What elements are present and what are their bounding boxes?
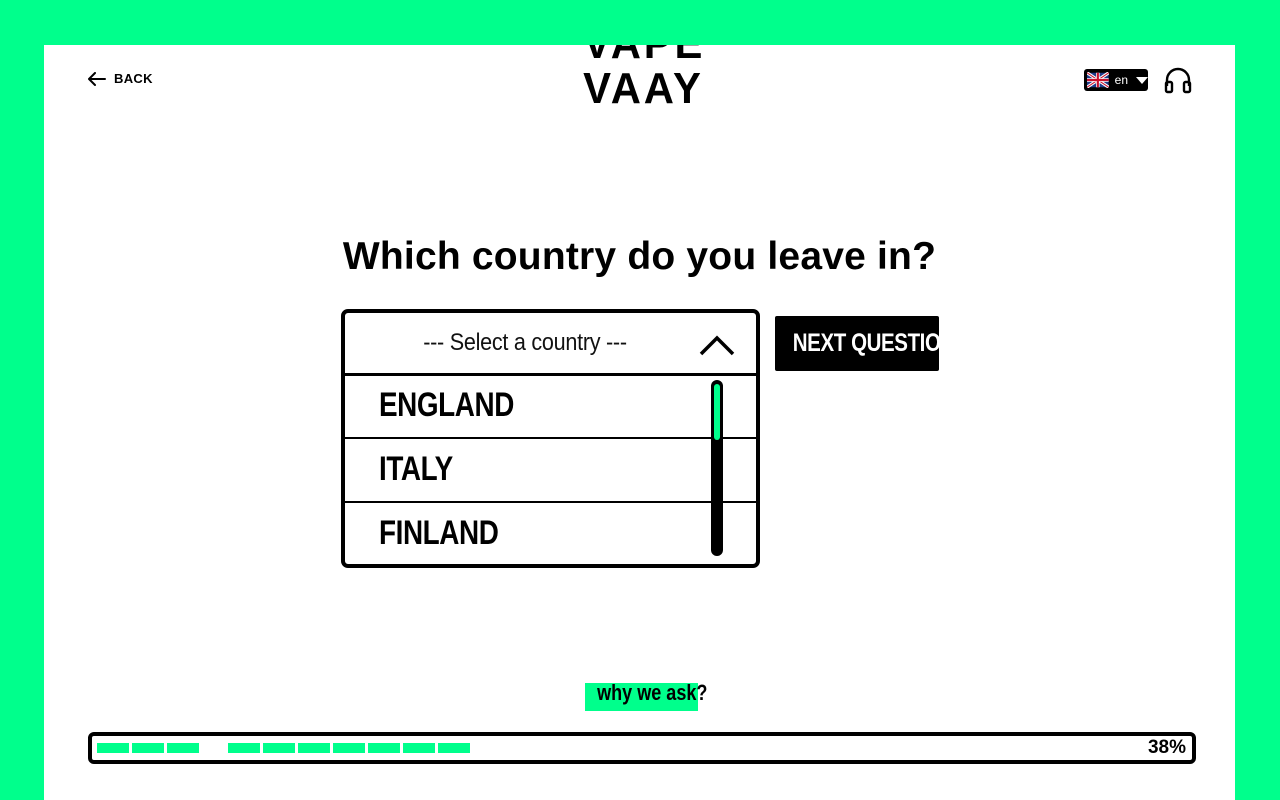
country-select[interactable]: --- Select a country --- ENGLAND ITALY F…: [341, 309, 760, 568]
progress-segment: [333, 743, 365, 753]
arrow-left-icon: [88, 71, 106, 86]
chevron-up-icon[interactable]: [698, 333, 736, 357]
logo[interactable]: VAPE VAAY: [580, 45, 704, 111]
next-question-button[interactable]: NEXT QUESTION: [775, 316, 955, 371]
next-question-label: NEXT QUESTION: [792, 329, 956, 357]
why-we-ask-link[interactable]: why we ask?: [585, 680, 707, 711]
options-scrollbar[interactable]: [711, 380, 723, 556]
option-italy[interactable]: ITALY: [345, 440, 756, 503]
scrollbar-thumb[interactable]: [714, 384, 720, 440]
language-code: en: [1114, 73, 1128, 87]
main-panel: BACK VAPE VAAY en Which country do you l…: [44, 45, 1235, 800]
back-label: BACK: [114, 71, 153, 86]
option-england[interactable]: ENGLAND: [345, 376, 756, 439]
select-placeholder: --- Select a country ---: [423, 329, 627, 356]
question-title: Which country do you leave in?: [342, 235, 937, 278]
progress-segment: [228, 743, 260, 753]
progress-segment: [97, 743, 129, 753]
country-select-header[interactable]: --- Select a country ---: [345, 313, 756, 376]
option-label: FINLAND: [379, 514, 499, 552]
why-we-ask-label: why we ask?: [597, 680, 708, 705]
option-label: ITALY: [379, 450, 453, 488]
progress-segment: [438, 743, 470, 753]
option-label: ENGLAND: [379, 386, 514, 424]
progress-segment: [403, 743, 435, 753]
progress-segment: [368, 743, 400, 753]
progress-percent: 38%: [1147, 737, 1186, 758]
progress-segment: [298, 743, 330, 753]
language-selector[interactable]: en: [1084, 69, 1148, 91]
logo-line-2: VAAY: [583, 64, 704, 111]
progress-segment: [132, 743, 164, 753]
headphones-icon[interactable]: [1164, 66, 1192, 94]
uk-flag-icon: [1087, 72, 1109, 88]
back-button[interactable]: BACK: [88, 71, 153, 86]
progress-segment: [263, 743, 295, 753]
progress-segments: [97, 743, 497, 753]
option-finland[interactable]: FINLAND: [345, 504, 756, 564]
progress-bar: 38%: [88, 732, 1196, 764]
progress-segment: [167, 743, 199, 753]
caret-down-icon: [1136, 76, 1148, 84]
